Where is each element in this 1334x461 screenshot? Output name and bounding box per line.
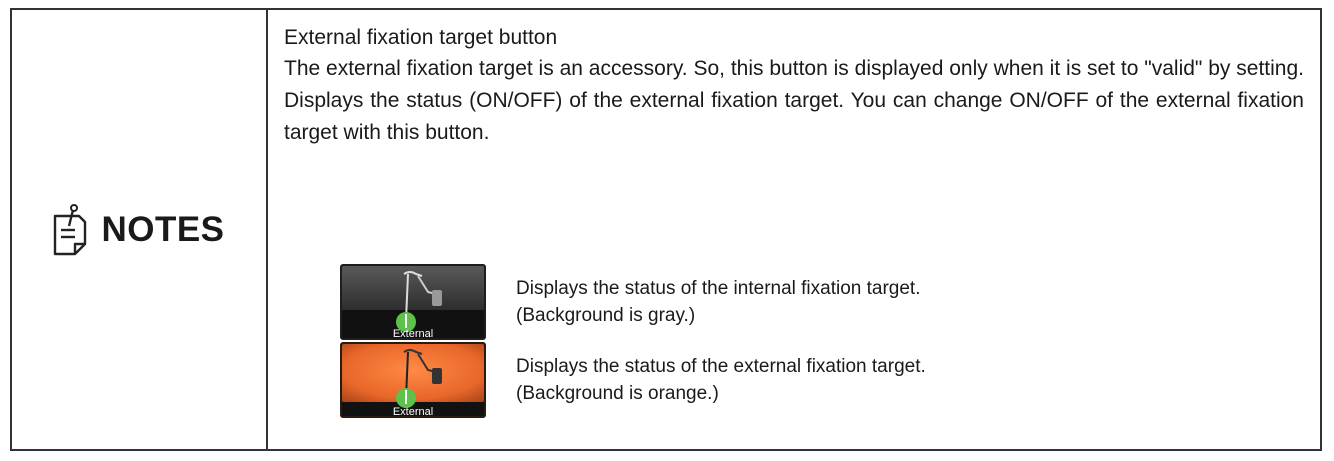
example-orange-text: Displays the status of the external fixa…: [516, 353, 926, 407]
notes-label-column: NOTES: [12, 10, 268, 449]
example-orange: External Displays the status of the exte…: [340, 342, 1100, 418]
example-orange-note: (Background is orange.): [516, 383, 719, 404]
notes-title: NOTES: [101, 209, 225, 249]
notes-heading: External fixation target button: [284, 26, 558, 49]
external-button-label: External: [393, 328, 433, 340]
notes-box: NOTES External fixation target button Th…: [10, 8, 1322, 451]
external-button-gray-image: External: [340, 264, 486, 340]
external-button-orange-image: External: [340, 342, 486, 418]
notes-content: External fixation target button The exte…: [268, 10, 1320, 449]
example-gray-description: Displays the status of the internal fixa…: [516, 278, 921, 299]
external-button-label: External: [393, 406, 433, 418]
example-gray-text: Displays the status of the internal fixa…: [516, 275, 921, 329]
notes-pencil-icon: [54, 203, 87, 255]
notes-label: NOTES: [53, 203, 225, 256]
notes-paragraph: The external fixation target is an acces…: [284, 57, 1304, 144]
example-orange-description: Displays the status of the external fixa…: [516, 356, 926, 377]
example-gray-note: (Background is gray.): [516, 305, 696, 326]
example-gray: External Displays the status of the inte…: [340, 264, 1100, 340]
